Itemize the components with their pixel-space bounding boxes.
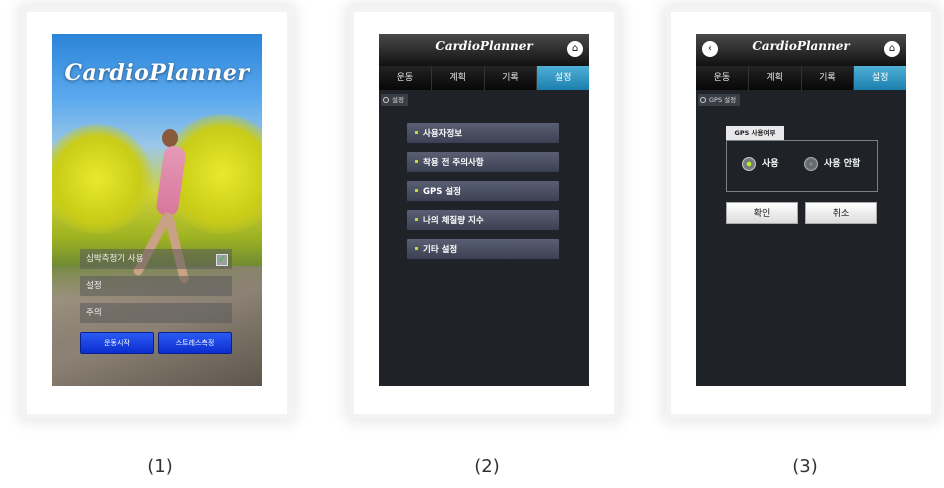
tab-bar: 운동 계획 기록 설정 [696, 66, 906, 90]
figure-caption-2: (2) [474, 456, 500, 477]
gps-use-label[interactable]: 사용 [762, 156, 779, 169]
home-icon[interactable]: ⌂ [884, 41, 900, 57]
menu-item-label: 사용자정보 [423, 129, 463, 139]
check-icon[interactable]: ✓ [216, 254, 228, 266]
option-label: 설정 [86, 281, 102, 291]
splash-screen: CardioPlanner 심박측정기 사용 ✓ 설정 주의 운동시작 스트레스… [52, 34, 262, 386]
bullet-icon [415, 189, 418, 192]
app-brand: CardioPlanner [752, 39, 850, 53]
tab-settings[interactable]: 설정 [854, 66, 906, 90]
figure-caption-1: (1) [147, 456, 173, 477]
breadcrumb: 설정 [381, 94, 408, 106]
menu-item-precautions[interactable]: 착용 전 주의사항 [406, 151, 560, 173]
radio-icon [700, 97, 706, 103]
settings-option[interactable]: 설정 [80, 276, 232, 296]
stress-measure-button[interactable]: 스트레스측정 [158, 332, 232, 354]
radio-icon[interactable] [742, 157, 756, 171]
screenshot-frame-1: CardioPlanner 심박측정기 사용 ✓ 설정 주의 운동시작 스트레스… [27, 12, 287, 414]
breadcrumb: GPS 설정 [698, 94, 741, 106]
gps-not-use-label[interactable]: 사용 안함 [824, 156, 860, 169]
menu-item-label: GPS 설정 [423, 187, 461, 197]
option-label: 주의 [86, 308, 102, 318]
start-exercise-button[interactable]: 운동시작 [80, 332, 154, 354]
confirm-button[interactable]: 확인 [726, 202, 798, 224]
screenshot-frame-3: ‹ CardioPlanner ⌂ 운동 계획 기록 설정 GPS 설정 GPS… [671, 12, 931, 414]
bullet-icon [415, 160, 418, 163]
bullet-icon [415, 131, 418, 134]
top-bar: CardioPlanner ⌂ [379, 34, 589, 66]
cancel-button[interactable]: 취소 [805, 202, 877, 224]
bullet-icon [415, 247, 418, 250]
menu-item-label: 착용 전 주의사항 [423, 158, 484, 168]
home-icon[interactable]: ⌂ [567, 41, 583, 57]
radio-icon [383, 97, 389, 103]
caution-option[interactable]: 주의 [80, 303, 232, 323]
tab-settings[interactable]: 설정 [537, 66, 589, 90]
runner-figure [162, 129, 178, 147]
menu-item-other-settings[interactable]: 기타 설정 [406, 238, 560, 260]
breadcrumb-label: 설정 [392, 96, 404, 104]
figure-caption-3: (3) [792, 456, 818, 477]
menu-item-gps-settings[interactable]: GPS 설정 [406, 180, 560, 202]
option-label: 심박측정기 사용 [86, 254, 144, 264]
heart-rate-monitor-option[interactable]: 심박측정기 사용 ✓ [80, 249, 232, 269]
tab-records[interactable]: 기록 [485, 66, 538, 90]
breadcrumb-label: GPS 설정 [709, 96, 737, 104]
top-bar: ‹ CardioPlanner ⌂ [696, 34, 906, 66]
tab-exercise[interactable]: 운동 [379, 66, 432, 90]
menu-item-bmi[interactable]: 나의 체질량 지수 [406, 209, 560, 231]
menu-item-user-info[interactable]: 사용자정보 [406, 122, 560, 144]
gps-group-title: GPS 사용여부 [726, 126, 784, 140]
gps-settings-screen: ‹ CardioPlanner ⌂ 운동 계획 기록 설정 GPS 설정 GPS… [696, 34, 906, 386]
screenshot-frame-2: CardioPlanner ⌂ 운동 계획 기록 설정 설정 사용자정보 착용 … [354, 12, 614, 414]
bullet-icon [415, 218, 418, 221]
tree-foliage [52, 124, 152, 234]
app-logo: CardioPlanner [64, 60, 250, 86]
tab-exercise[interactable]: 운동 [696, 66, 749, 90]
tab-plan[interactable]: 계획 [432, 66, 485, 90]
tab-records[interactable]: 기록 [802, 66, 855, 90]
settings-menu-screen: CardioPlanner ⌂ 운동 계획 기록 설정 설정 사용자정보 착용 … [379, 34, 589, 386]
menu-item-label: 기타 설정 [423, 245, 458, 255]
menu-item-label: 나의 체질량 지수 [423, 216, 484, 226]
tab-plan[interactable]: 계획 [749, 66, 802, 90]
radio-icon[interactable] [804, 157, 818, 171]
tab-bar: 운동 계획 기록 설정 [379, 66, 589, 90]
app-brand: CardioPlanner [435, 39, 533, 53]
